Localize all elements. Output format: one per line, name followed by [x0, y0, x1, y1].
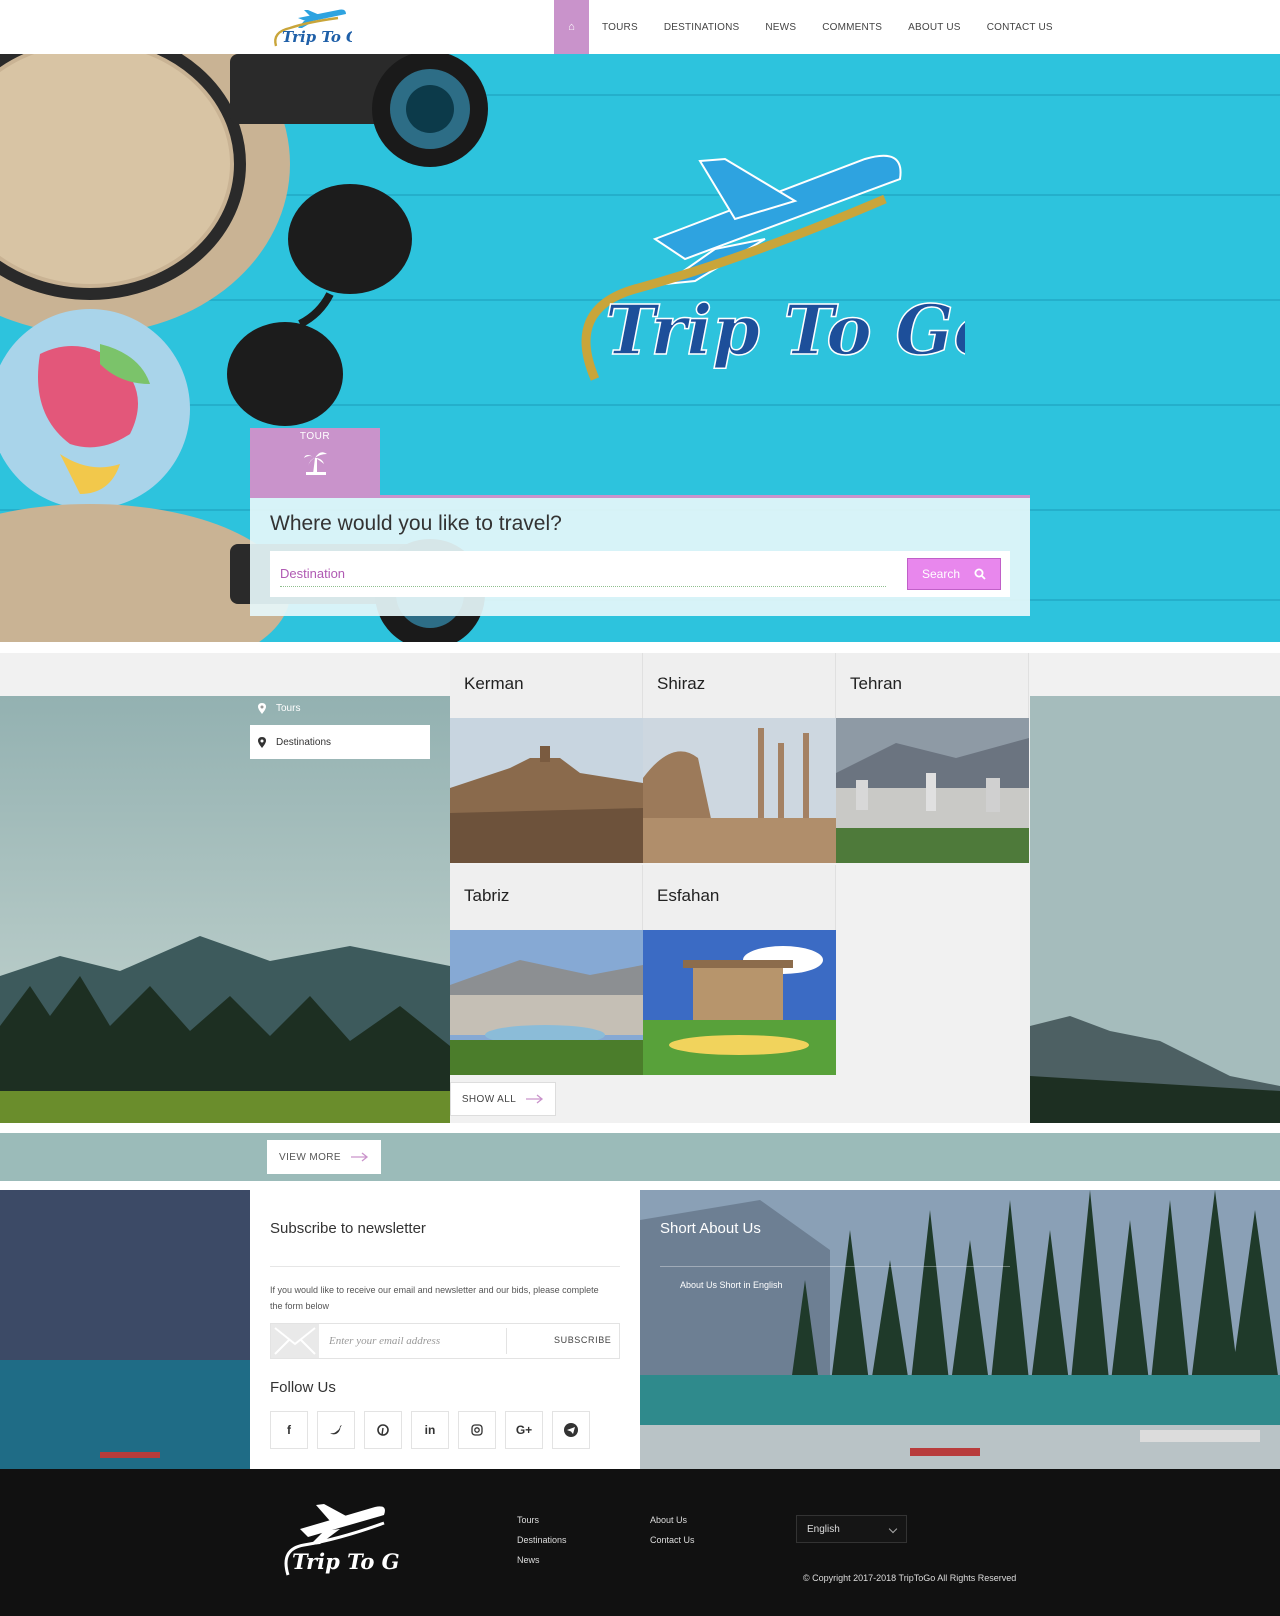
linkedin-icon[interactable]: in: [411, 1411, 449, 1449]
card-title: Kerman: [450, 653, 643, 718]
divider: [506, 1328, 507, 1354]
view-more-label: VIEW MORE: [279, 1151, 341, 1163]
footer-logo-text: Trip To Go: [292, 1549, 400, 1574]
arrow-right-icon: [526, 1094, 544, 1104]
subscribe-button[interactable]: SUBSCRIBE: [554, 1335, 611, 1345]
google-plus-icon[interactable]: G+: [505, 1411, 543, 1449]
destination-side-tabs: Tours Destinations: [250, 691, 430, 759]
palm-tree-icon: [304, 452, 327, 475]
newsletter-form: SUBSCRIBE: [270, 1323, 620, 1359]
search-title: Where would you like to travel?: [270, 512, 562, 535]
shiraz-image: [643, 718, 836, 863]
svg-text:Trip To Go: Trip To Go: [282, 28, 352, 46]
destination-card-shiraz[interactable]: Shiraz: [643, 653, 836, 865]
side-tab-destinations[interactable]: Destinations: [250, 725, 430, 759]
chevron-down-icon: [888, 1524, 898, 1534]
destination-card-tabriz[interactable]: Tabriz: [450, 865, 643, 1077]
divider: [270, 1266, 620, 1267]
card-title: Tehran: [836, 653, 1029, 718]
show-all-button[interactable]: SHOW ALL: [450, 1082, 556, 1116]
instagram-icon[interactable]: [458, 1411, 496, 1449]
view-more-strip: [0, 1133, 1280, 1181]
site-logo[interactable]: Trip To Go: [268, 2, 352, 52]
destination-input[interactable]: [280, 561, 886, 587]
envelope-icon: [271, 1324, 319, 1358]
destination-card-kerman[interactable]: Kerman: [450, 653, 643, 865]
about-box: Short About Us About Us Short in English: [640, 1190, 1280, 1469]
language-select[interactable]: English: [796, 1515, 907, 1543]
site-footer: Trip To Go Tours Destinations News About…: [0, 1469, 1280, 1616]
footer-links-col-1: Tours Destinations News: [517, 1515, 567, 1575]
follow-us-title: Follow Us: [270, 1379, 336, 1396]
card-title: Tabriz: [450, 865, 643, 930]
search-box: Search: [270, 551, 1010, 597]
tehran-image: [836, 718, 1029, 863]
destination-card-esfahan[interactable]: Esfahan: [643, 865, 836, 1077]
footer-link-contact-us[interactable]: Contact Us: [650, 1535, 695, 1555]
side-tab-tours[interactable]: Tours: [250, 691, 430, 725]
home-icon: ⌂: [568, 21, 575, 33]
copyright-text: © Copyright 2017-2018 TripToGo All Right…: [803, 1573, 1017, 1583]
destination-card-tehran[interactable]: Tehran: [836, 653, 1029, 865]
pinterest-icon[interactable]: [364, 1411, 402, 1449]
nav-destinations[interactable]: DESTINATIONS: [651, 0, 753, 54]
home-nav-button[interactable]: ⌂: [554, 0, 589, 54]
map-pin-icon: [258, 702, 266, 714]
search-icon: [974, 568, 986, 580]
newsletter-about-section: Subscribe to newsletter If you would lik…: [0, 1190, 1280, 1469]
footer-link-tours[interactable]: Tours: [517, 1515, 567, 1535]
main-nav: ⌂ TOURS DESTINATIONS NEWS COMMENTS ABOUT…: [554, 0, 1066, 54]
kerman-image: [450, 718, 643, 863]
nav-tours[interactable]: TOURS: [589, 0, 651, 54]
search-button[interactable]: Search: [907, 558, 1001, 590]
newsletter-text: If you would like to receive our email a…: [270, 1285, 599, 1311]
side-tab-label: Tours: [276, 702, 301, 714]
about-title: Short About Us: [660, 1220, 761, 1237]
telegram-icon[interactable]: [552, 1411, 590, 1449]
footer-links-col-2: About Us Contact Us: [650, 1515, 695, 1555]
facebook-icon[interactable]: f: [270, 1411, 308, 1449]
twitter-icon[interactable]: [317, 1411, 355, 1449]
footer-link-about-us[interactable]: About Us: [650, 1515, 695, 1535]
about-text: About Us Short in English: [680, 1280, 783, 1290]
card-title: Shiraz: [643, 653, 836, 718]
site-header: Trip To Go ⌂ TOURS DESTINATIONS NEWS COM…: [0, 0, 1280, 54]
arrow-right-icon: [350, 1152, 369, 1162]
hero-logo: Trip To Go: [581, 154, 965, 381]
language-value: English: [807, 1524, 840, 1535]
hero-logo-text: Trip To Go: [605, 291, 965, 371]
tour-tab-label: TOUR: [299, 431, 331, 442]
side-tab-label: Destinations: [276, 736, 332, 748]
newsletter-email-input[interactable]: [329, 1332, 499, 1350]
footer-link-destinations[interactable]: Destinations: [517, 1535, 567, 1555]
nav-comments[interactable]: COMMENTS: [809, 0, 895, 54]
newsletter-box: Subscribe to newsletter If you would lik…: [250, 1190, 640, 1469]
tour-search-tab[interactable]: TOUR: [250, 428, 380, 496]
esfahan-image: [643, 930, 836, 1075]
nav-news[interactable]: NEWS: [752, 0, 809, 54]
card-title: Esfahan: [643, 865, 836, 930]
hero-banner: Trip To Go TOUR Where would you like to …: [0, 54, 1280, 642]
nav-contact-us[interactable]: CONTACT US: [974, 0, 1066, 54]
divider: [660, 1266, 1010, 1267]
show-all-label: SHOW ALL: [461, 1093, 517, 1105]
search-panel: Where would you like to travel? Search: [250, 495, 1030, 616]
nav-about-us[interactable]: ABOUT US: [895, 0, 974, 54]
lake-landscape-image: [0, 1190, 250, 1469]
tabriz-image: [450, 930, 643, 1075]
newsletter-title: Subscribe to newsletter: [270, 1220, 426, 1237]
view-more-button[interactable]: VIEW MORE: [267, 1140, 381, 1174]
destinations-section: Tours Destinations Kerman Shiraz Tehran …: [0, 653, 1280, 1123]
social-links: f in G+: [270, 1411, 590, 1449]
mountain-landscape-image-right: [1030, 696, 1280, 1123]
mountain-landscape-image: [0, 696, 450, 1123]
search-button-label: Search: [921, 567, 961, 581]
footer-logo[interactable]: Trip To Go: [280, 1499, 400, 1581]
footer-link-news[interactable]: News: [517, 1555, 567, 1575]
map-pin-icon: [258, 736, 266, 748]
